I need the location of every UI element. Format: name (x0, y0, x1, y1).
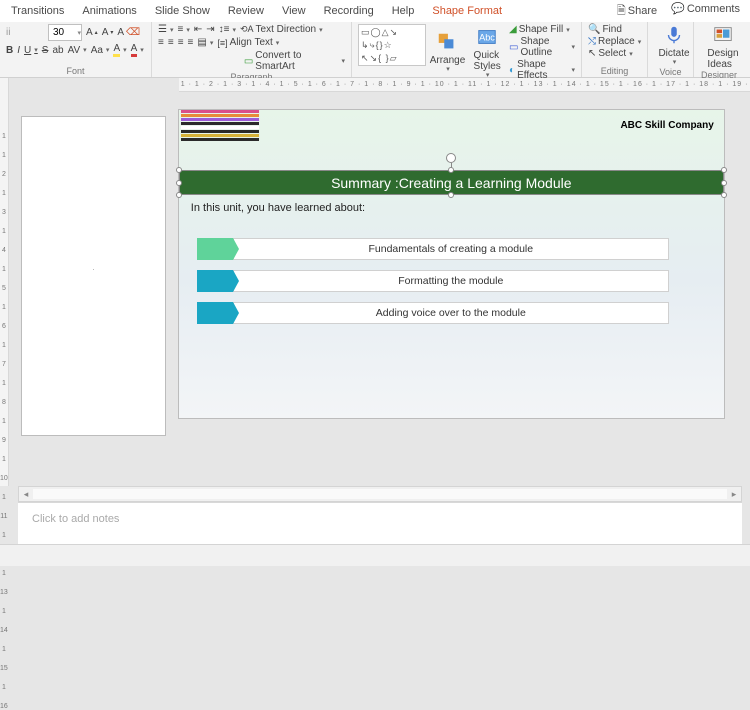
clear-format-icon[interactable]: A⌫ (117, 27, 140, 38)
slide-canvas[interactable]: ABC Skill Company Summary :Creating a Le… (179, 110, 724, 418)
replace-icon: ⤭ (588, 36, 596, 47)
resize-handle[interactable] (721, 192, 727, 198)
strike-button[interactable]: S (42, 45, 49, 56)
svg-text:Abc: Abc (479, 32, 495, 42)
font-color-button[interactable]: A (131, 43, 144, 57)
list-item[interactable]: Fundamentals of creating a module (197, 238, 669, 260)
resize-handle[interactable] (448, 192, 454, 198)
tab-transitions[interactable]: Transitions (2, 2, 73, 20)
item-label: Formatting the module (233, 270, 669, 292)
resize-handle[interactable] (176, 167, 182, 173)
share-button[interactable]: 🗎Share (617, 2, 657, 21)
quick-styles-icon: Abc (476, 26, 498, 48)
underline-button[interactable]: U (24, 45, 38, 56)
design-ideas-button[interactable]: Design Ideas (700, 24, 746, 70)
bold-button[interactable]: B (6, 45, 13, 56)
shape-fill-button[interactable]: ◢ Shape Fill (509, 24, 575, 35)
columns-button[interactable]: ▤ (197, 37, 213, 48)
comments-button[interactable]: 💬Comments (671, 2, 740, 21)
arrange-button[interactable]: Arrange (430, 24, 466, 81)
select-button[interactable]: ↖ Select (588, 48, 641, 59)
shadow-button[interactable]: ab (52, 45, 63, 56)
italic-button[interactable]: I (17, 45, 20, 56)
list-item[interactable]: Adding voice over to the module (197, 302, 669, 324)
resize-handle[interactable] (721, 167, 727, 173)
title-shape[interactable]: Summary :Creating a Learning Module (179, 170, 724, 195)
list-item[interactable]: Formatting the module (197, 270, 669, 292)
slide-thumbnails-panel[interactable]: · (9, 92, 179, 486)
arrange-icon (436, 31, 458, 53)
text-direction-button[interactable]: ⟲A Text Direction (240, 24, 323, 35)
find-icon: 🔍 (588, 24, 600, 35)
horizontal-scrollbar[interactable]: ◂ ▸ (18, 486, 742, 502)
group-label-voice: Voice (654, 67, 687, 78)
notes-placeholder: Click to add notes (32, 513, 119, 525)
effects-icon: ◐ (509, 65, 515, 76)
resize-handle[interactable] (721, 180, 727, 186)
status-bar (0, 544, 750, 566)
align-text-button[interactable]: [≡] Align Text (217, 37, 279, 48)
resize-handle[interactable] (176, 180, 182, 186)
tab-help[interactable]: Help (383, 2, 424, 20)
item-label: Fundamentals of creating a module (233, 238, 669, 260)
resize-handle[interactable] (176, 192, 182, 198)
slide-thumbnail[interactable]: · (21, 116, 166, 436)
shape-outline-button[interactable]: ▭ Shape Outline (509, 36, 575, 58)
horizontal-ruler: 1 · 1 · 2 · 1 · 3 · 1 · 4 · 1 · 5 · 1 · … (179, 78, 750, 92)
tab-recording[interactable]: Recording (315, 2, 383, 20)
replace-button[interactable]: ⤭ Replace (588, 36, 641, 47)
item-label: Adding voice over to the module (233, 302, 669, 324)
item-tag (197, 238, 233, 260)
notes-pane[interactable]: Click to add notes (18, 502, 742, 544)
tab-slideshow[interactable]: Slide Show (146, 2, 219, 20)
indent-increase-button[interactable]: ⇥ (206, 24, 214, 35)
group-label-font: Font (6, 66, 145, 77)
font-size-input[interactable]: 30▾ (48, 24, 82, 41)
char-spacing-button[interactable]: AV (68, 45, 87, 56)
align-center-button[interactable]: ≡ (168, 37, 174, 48)
indent-decrease-button[interactable]: ⇤ (194, 24, 202, 35)
company-label: ABC Skill Company (620, 120, 713, 131)
logo-image (181, 110, 259, 152)
line-spacing-button[interactable]: ↕≡ (219, 24, 236, 35)
dictate-button[interactable]: Dictate (654, 24, 694, 67)
increase-font-icon[interactable]: A▴ (86, 27, 98, 38)
design-ideas-icon (712, 24, 734, 46)
group-label-editing: Editing (588, 66, 641, 77)
decrease-font-icon[interactable]: A▾ (102, 27, 114, 38)
tab-review[interactable]: Review (219, 2, 273, 20)
paint-bucket-icon: ◢ (509, 24, 517, 35)
numbering-button[interactable]: ≡ (177, 24, 189, 35)
intro-text: In this unit, you have learned about: (191, 202, 365, 214)
select-icon: ↖ (588, 48, 596, 59)
justify-button[interactable]: ≡ (188, 37, 194, 48)
vertical-ruler: 11213141516171819110111112113114115116 (0, 78, 9, 486)
tab-view[interactable]: View (273, 2, 315, 20)
change-case-button[interactable]: Aa (91, 45, 110, 56)
highlight-button[interactable]: A (113, 43, 126, 57)
align-left-button[interactable]: ≡ (158, 37, 164, 48)
scroll-right-icon[interactable]: ▸ (727, 489, 741, 500)
item-tag (197, 270, 233, 292)
tab-animations[interactable]: Animations (73, 2, 145, 20)
find-button[interactable]: 🔍 Find (588, 24, 641, 35)
shapes-gallery[interactable]: ▭◯△↘↳⤷{}☆↖↘{ }▱ (358, 24, 426, 66)
rotate-handle-icon[interactable] (446, 153, 456, 163)
resize-handle[interactable] (448, 167, 454, 173)
quick-styles-button[interactable]: Abc Quick Styles (469, 24, 505, 81)
microphone-icon (663, 24, 685, 46)
item-tag (197, 302, 233, 324)
title-text: Summary :Creating a Learning Module (331, 175, 571, 191)
tab-shape-format[interactable]: Shape Format (423, 2, 511, 20)
scroll-left-icon[interactable]: ◂ (19, 489, 33, 500)
ribbon-tabs: Transitions Animations Slide Show Review… (0, 0, 750, 22)
bullets-button[interactable]: ☰ (158, 24, 173, 35)
convert-smartart-button[interactable]: ▭ Convert to SmartArt (244, 50, 345, 72)
outline-icon: ▭ (509, 42, 518, 53)
ribbon: ii 30▾ A▴ A▾ A⌫ B I U S ab AV Aa A A Fon… (0, 22, 750, 78)
align-right-button[interactable]: ≡ (178, 37, 184, 48)
